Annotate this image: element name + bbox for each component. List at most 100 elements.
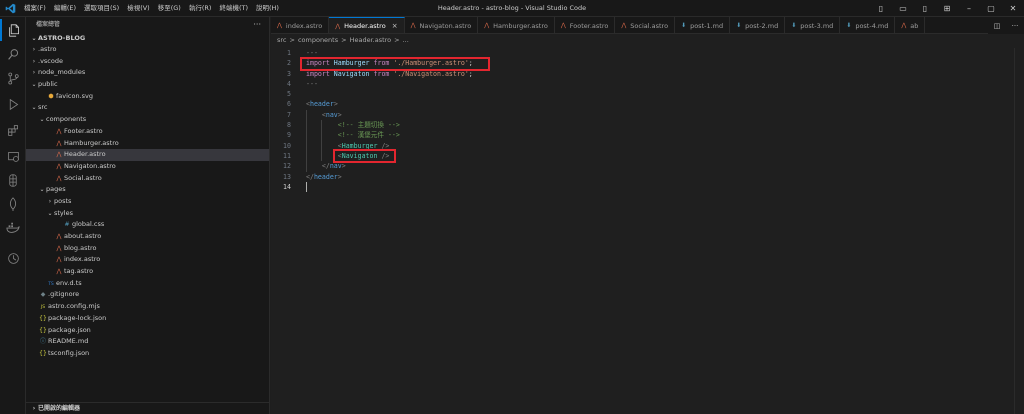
editor-tab[interactable]: ⋀ ab [895,17,926,33]
file-item[interactable]: ⋀ about.astro [26,231,269,243]
customize-layout-icon[interactable]: ⊞ [936,0,958,17]
timeline-clock-icon[interactable] [0,247,26,269]
editor-tab[interactable]: ⋀ index.astro [271,17,330,33]
toggle-panel-icon[interactable]: ▭ [892,0,914,17]
file-item[interactable]: ⋀ tag.astro [26,266,269,278]
editor-tab[interactable]: ⋀ Header.astro × [329,17,405,33]
file-item[interactable]: {}tsconfig.json [26,348,269,360]
file-item[interactable]: ⋀ Hamburger.astro [26,138,269,150]
file-item[interactable]: ⬢ favicon.svg [26,91,269,103]
editor-tab[interactable]: ⬇ post-2.md [730,17,786,33]
close-icon[interactable]: × [392,22,398,30]
file-item[interactable]: ⋀ Social.astro [26,173,269,185]
code-token: header [309,100,334,109]
code-line: 13 </header> [271,172,1024,182]
code-token: > [337,110,342,119]
breadcrumb-item[interactable]: components [298,36,338,44]
folder-item[interactable]: › posts [26,196,269,208]
search-icon[interactable] [0,43,26,65]
file-item[interactable]: ⋀ blog.astro [26,243,269,255]
more-actions-icon[interactable]: ··· [253,17,261,32]
explorer-icon[interactable] [0,19,26,41]
open-editors-section[interactable]: › 已開啟的編輯器 [26,402,269,414]
code-token: < [306,110,326,119]
explorer-header: 檔案總管 [36,21,61,28]
markdown-file-icon: ⬇ [681,22,687,29]
file-item[interactable]: ◆ .gitignore [26,289,269,301]
file-item[interactable]: ⋀ Navigaton.astro [26,161,269,173]
maximize-button[interactable]: ▢ [980,0,1002,17]
close-button[interactable]: ✕ [1002,0,1024,17]
tree-item-label: package-lock.json [48,313,107,322]
menu-item[interactable]: 移至(G) [154,0,185,17]
menu-item[interactable]: 執行(R) [185,0,216,17]
line-number: 8 [287,121,291,130]
mongodb-leaf-icon[interactable] [0,193,26,215]
editor-tab[interactable]: ⬇ post-4.md [840,17,896,33]
docker-icon[interactable] [0,217,26,239]
editor-area: ⋀ index.astro ⋀ Header.astro × ⋀ Navigaton.ast… [271,17,1024,414]
source-control-icon[interactable] [0,67,26,89]
menu-item[interactable]: 檢視(V) [123,0,154,17]
editor-tab[interactable]: ⋀ Footer.astro [555,17,616,33]
figma-icon[interactable] [0,169,26,191]
file-item[interactable]: # global.css [26,219,269,231]
tree-item-label: README.md [48,337,89,346]
editor-tab[interactable]: ⋀ Navigaton.astro [405,17,479,33]
menu-item[interactable]: 編輯(E) [50,0,80,17]
text-cursor [306,182,307,192]
folder-item[interactable]: ⌄src [26,102,269,114]
folder-item[interactable]: ⌄components [26,114,269,126]
astro-file-icon: ⋀ [484,22,490,29]
breadcrumb-separator: > [394,36,400,44]
menu-item[interactable]: 說明(H) [252,0,283,17]
folder-item[interactable]: ⌄public [26,79,269,91]
file-type-icon: ⋀ [56,162,62,170]
code-editor[interactable]: 1 --- 2 import Hamburger from './Hamburger.… [271,48,1024,414]
file-item[interactable]: ⋀ Header.astro [26,149,269,161]
run-debug-icon[interactable] [0,93,26,115]
chevron-down-icon: ⌄ [47,209,53,217]
tab-label: Header.astro [344,22,386,30]
folder-item[interactable]: › .vscode [26,56,269,68]
workspace-root[interactable]: ⌄ASTRO-BLOG [26,32,269,44]
file-item[interactable]: {}package-lock.json [26,313,269,325]
breadcrumb-item[interactable]: Header.astro [350,36,392,44]
extensions-icon[interactable] [0,119,26,141]
indent-guide [306,109,307,172]
menu-item[interactable]: 選取項目(S) [80,0,123,17]
editor-tab[interactable]: ⋀ Social.astro [615,17,676,33]
editor-tab[interactable]: ⬇ post-1.md [675,17,731,33]
file-item[interactable]: ⓘ README.md [26,336,269,348]
file-item[interactable]: JS astro.config.mjs [26,301,269,313]
file-item[interactable]: ⋀ Footer.astro [26,126,269,138]
file-item[interactable]: TS env.d.ts [26,278,269,290]
minimize-button[interactable]: – [958,0,980,17]
file-item[interactable]: ⋀ index.astro [26,254,269,266]
remote-explorer-icon[interactable] [0,145,26,167]
line-number: 1 [287,49,291,57]
tab-label: post-4.md [855,21,889,30]
editor-tab[interactable]: ⬇ post-3.md [785,17,841,33]
toggle-secondary-sidebar-icon[interactable]: ▯ [914,0,936,17]
folder-item[interactable]: › node_modules [26,67,269,79]
tree-item-label: blog.astro [64,243,97,252]
tree-item-label: src [38,103,48,112]
line-number: 10 [283,141,291,150]
breadcrumb-item[interactable]: src [277,36,287,44]
editor-tab[interactable]: ⋀ Hamburger.astro [478,17,555,33]
tab-label: post-3.md [800,21,834,30]
menu-item[interactable]: 終端機(T) [215,0,252,17]
more-actions-icon[interactable]: ··· [1006,22,1024,30]
file-item[interactable]: {}package.json [26,325,269,337]
folder-item[interactable]: ⌄pages [26,184,269,196]
folder-item[interactable]: › .astro [26,44,269,56]
split-editor-icon[interactable]: ◫ [988,22,1006,30]
breadcrumb-item[interactable]: ... [403,36,409,44]
toggle-sidebar-icon[interactable]: ▯ [870,0,892,17]
code-token: </ [306,162,330,171]
folder-item[interactable]: ⌄styles [26,208,269,220]
tab-label: Social.astro [630,21,669,30]
file-type-icon: ⋀ [56,256,62,264]
menu-item[interactable]: 檔案(F) [20,0,50,17]
